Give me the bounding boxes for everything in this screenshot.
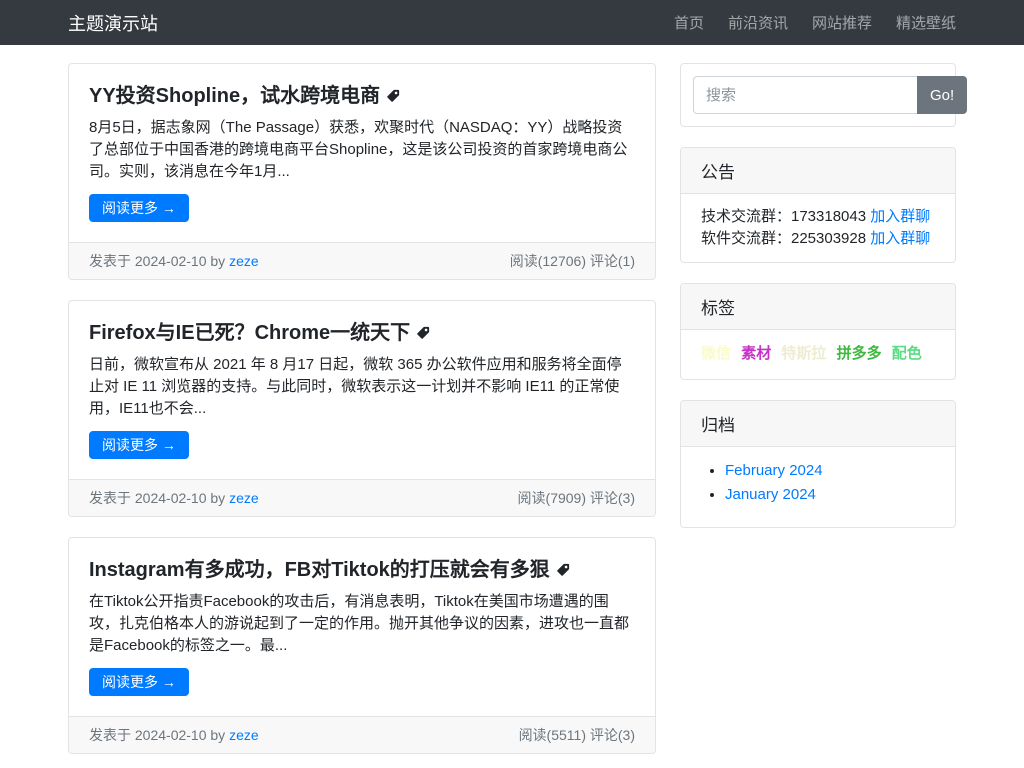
read-more-button[interactable]: 阅读更多 → xyxy=(89,668,189,696)
join-group-link[interactable]: 加入群聊 xyxy=(870,230,930,247)
announcement-body: 技术交流群：173318043 加入群聊 软件交流群：225303928 加入群… xyxy=(681,194,955,262)
site-brand[interactable]: 主题演示站 xyxy=(68,10,158,36)
tag-cloud: 微信 素材 特斯拉 拼多多 配色 xyxy=(681,330,955,379)
post-title: YY投资Shopline，试水跨境电商 xyxy=(89,84,635,108)
tag-icon xyxy=(556,563,570,577)
announcement-item: 软件交流群：225303928 加入群聊 xyxy=(701,228,935,250)
archive-item: February 2024 xyxy=(725,459,935,483)
post-card: Instagram有多成功，FB对Tiktok的打压就会有多狠 在Tiktok公… xyxy=(68,537,656,754)
tags-card: 标签 微信 素材 特斯拉 拼多多 配色 xyxy=(680,283,956,380)
announcement-item: 技术交流群：173318043 加入群聊 xyxy=(701,206,935,228)
nav-link[interactable]: 网站推荐 xyxy=(812,15,872,32)
author-link[interactable]: zeze xyxy=(229,253,259,269)
post-footer: 发表于 2024-02-10 by zeze 阅读(12706) 评论(1) xyxy=(69,242,655,279)
archive-title: 归档 xyxy=(681,401,955,447)
post-meta: 发表于 2024-02-10 by zeze xyxy=(89,725,259,745)
search-go-button[interactable]: Go! xyxy=(917,76,967,114)
post-excerpt: 8月5日，据志象网（The Passage）获悉，欢聚时代（NASDAQ：YY）… xyxy=(89,117,635,183)
post-list: YY投资Shopline，试水跨境电商 8月5日，据志象网（The Passag… xyxy=(68,63,656,768)
archive-list: February 2024 January 2024 xyxy=(725,459,935,507)
tag-link[interactable]: 素材 xyxy=(741,345,771,362)
announcement-card: 公告 技术交流群：173318043 加入群聊 软件交流群：225303928 … xyxy=(680,147,956,263)
tag-link[interactable]: 特斯拉 xyxy=(781,345,826,362)
post-footer: 发表于 2024-02-10 by zeze 阅读(5511) 评论(3) xyxy=(69,716,655,753)
nav-link[interactable]: 首页 xyxy=(674,15,704,32)
nav-links: 首页 前沿资讯 网站推荐 精选壁纸 xyxy=(674,12,956,33)
post-excerpt: 在Tiktok公开指责Facebook的攻击后，有消息表明，Tiktok在美国市… xyxy=(89,591,635,657)
post-stats: 阅读(12706) 评论(1) xyxy=(510,251,635,271)
tag-link[interactable]: 配色 xyxy=(892,345,922,362)
search-card: Go! xyxy=(680,63,956,127)
sidebar: Go! 公告 技术交流群：173318043 加入群聊 软件交流群：225303… xyxy=(680,63,956,548)
author-link[interactable]: zeze xyxy=(229,727,259,743)
author-link[interactable]: zeze xyxy=(229,490,259,506)
archive-item: January 2024 xyxy=(725,483,935,507)
archive-link[interactable]: January 2024 xyxy=(725,486,816,503)
top-navbar: 主题演示站 首页 前沿资讯 网站推荐 精选壁纸 xyxy=(0,0,1024,45)
tag-link[interactable]: 微信 xyxy=(701,345,731,362)
post-card: YY投资Shopline，试水跨境电商 8月5日，据志象网（The Passag… xyxy=(68,63,656,280)
post-footer: 发表于 2024-02-10 by zeze 阅读(7909) 评论(3) xyxy=(69,479,655,516)
read-more-button[interactable]: 阅读更多 → xyxy=(89,431,189,459)
post-title: Instagram有多成功，FB对Tiktok的打压就会有多狠 xyxy=(89,558,635,582)
post-meta: 发表于 2024-02-10 by zeze xyxy=(89,251,259,271)
read-more-button[interactable]: 阅读更多 → xyxy=(89,194,189,222)
nav-link[interactable]: 前沿资讯 xyxy=(728,15,788,32)
join-group-link[interactable]: 加入群聊 xyxy=(870,208,930,225)
tag-link[interactable]: 拼多多 xyxy=(837,345,882,362)
nav-link[interactable]: 精选壁纸 xyxy=(896,15,956,32)
archive-link[interactable]: February 2024 xyxy=(725,462,823,479)
post-meta: 发表于 2024-02-10 by zeze xyxy=(89,488,259,508)
announcement-title: 公告 xyxy=(681,148,955,194)
tags-title: 标签 xyxy=(681,284,955,330)
post-excerpt: 日前，微软宣布从 2021 年 8 月17 日起，微软 365 办公软件应用和服… xyxy=(89,354,635,420)
post-card: Firefox与IE已死？Chrome一统天下 日前，微软宣布从 2021 年 … xyxy=(68,300,656,517)
post-stats: 阅读(5511) 评论(3) xyxy=(519,725,635,745)
post-stats: 阅读(7909) 评论(3) xyxy=(518,488,635,508)
tag-icon xyxy=(416,326,430,340)
tag-icon xyxy=(386,89,400,103)
archive-card: 归档 February 2024 January 2024 xyxy=(680,400,956,528)
post-title: Firefox与IE已死？Chrome一统天下 xyxy=(89,321,635,345)
search-input[interactable] xyxy=(693,76,917,114)
